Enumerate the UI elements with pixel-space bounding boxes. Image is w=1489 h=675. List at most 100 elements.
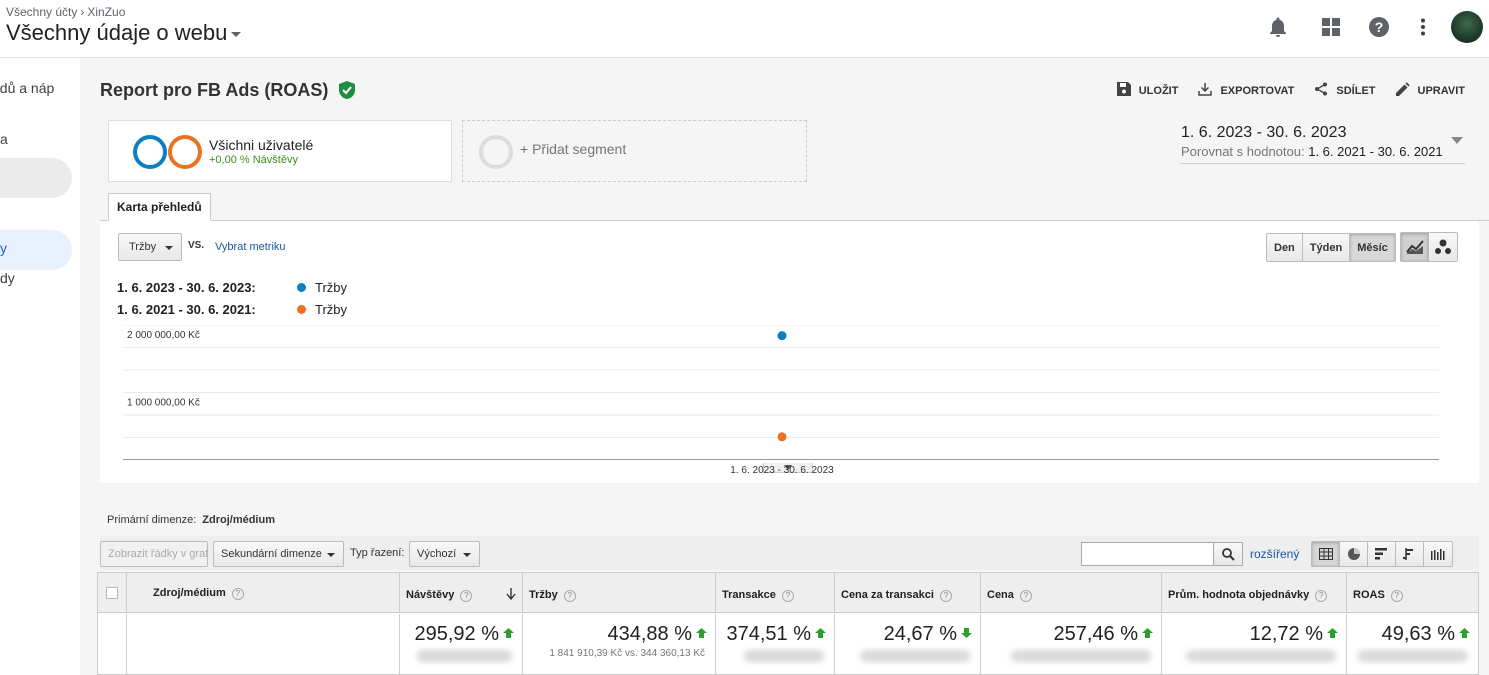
plot-rows-button[interactable]: Zobrazit řádky v grafu <box>100 541 208 567</box>
report-actions: ULOŽIT EXPORTOVAT SDÍLET UPRAVIT <box>1116 82 1465 99</box>
segment-card-all-users[interactable]: Všichni uživatelé +0,00 % Návštěvy <box>108 120 452 182</box>
legend-current-range: 1. 6. 2023 - 30. 6. 2023: <box>117 280 256 295</box>
search-button[interactable] <box>1213 542 1243 566</box>
sort-type-dropdown[interactable]: Výchozí <box>409 541 480 567</box>
total-visits-cell: 295,92 % <box>400 614 523 674</box>
report-title-row: Report pro FB Ads (ROAS) <box>100 80 356 104</box>
total-cost-per-transaction-cell: 24,67 % <box>835 614 981 674</box>
view-selector[interactable]: Všechny údaje o webu <box>6 20 242 46</box>
report-title: Report pro FB Ads (ROAS) <box>100 80 329 100</box>
arrow-down-icon <box>961 628 972 638</box>
avatar[interactable] <box>1451 11 1483 43</box>
arrow-up-icon <box>815 628 826 638</box>
date-range-main: 1. 6. 2023 - 30. 6. 2023 <box>1181 124 1347 141</box>
help-icon[interactable]: ? <box>939 590 952 602</box>
total-roas-change: 49,63 % <box>1382 623 1470 646</box>
help-icon[interactable]: ? <box>1315 590 1328 602</box>
breadcrumb-accounts[interactable]: Všechny účty <box>6 5 77 19</box>
help-icon[interactable]: ? <box>1019 590 1032 602</box>
edit-button[interactable]: UPRAVIT <box>1395 82 1465 99</box>
view-dropdown-caret-icon <box>231 31 242 37</box>
secondary-dimension-dropdown[interactable]: Sekundární dimenze <box>213 541 344 567</box>
save-label: ULOŽIT <box>1138 84 1179 97</box>
tab-overview[interactable]: Karta přehledů <box>108 193 211 221</box>
redacted-value <box>860 650 970 662</box>
col-header-cost-per-transaction[interactable]: Cena za transakci? <box>835 573 981 613</box>
legend-previous-range: 1. 6. 2021 - 30. 6. 2021: <box>117 302 256 317</box>
redacted-value <box>1358 650 1468 662</box>
help-icon[interactable]: ? <box>781 590 794 602</box>
export-button[interactable]: EXPORTOVAT <box>1198 82 1294 99</box>
segment-name: Všichni uživatelé <box>209 137 314 153</box>
save-button[interactable]: ULOŽIT <box>1116 82 1179 99</box>
help-icon[interactable]: ? <box>563 590 576 602</box>
primary-dimension: Primární dimenze: Zdroj/médium <box>107 514 275 526</box>
nav-item-truncated-3[interactable]: dy <box>0 270 15 286</box>
date-range-picker[interactable]: 1. 6. 2023 - 30. 6. 2023 Porovnat s hodn… <box>1180 124 1465 164</box>
col-header-transactions[interactable]: Transakce? <box>716 573 835 613</box>
chevron-down-icon <box>165 246 173 250</box>
col-header-revenue[interactable]: Tržby? <box>523 573 716 613</box>
help-icon[interactable]: ? <box>460 590 473 602</box>
primary-dimension-value[interactable]: Zdroj/médium <box>202 514 275 526</box>
help-icon[interactable]: ? <box>231 588 244 600</box>
col-header-cost[interactable]: Cena? <box>981 573 1162 613</box>
pie-chart-icon[interactable] <box>1340 542 1368 566</box>
granularity-month[interactable]: Měsíc <box>1350 234 1395 261</box>
total-roas-cell: 49,63 % <box>1347 614 1478 674</box>
view-title: Všechny údaje o webu <box>6 20 228 45</box>
total-cost-per-transaction-change: 24,67 % <box>884 623 972 646</box>
more-vert-icon[interactable] <box>1405 9 1441 45</box>
arrow-up-icon <box>1327 628 1338 638</box>
col-header-label: Návštěvy <box>406 589 455 601</box>
total-cost-change: 257,46 % <box>1053 623 1153 646</box>
granularity-week[interactable]: Týden <box>1302 234 1351 261</box>
col-header-source-medium[interactable]: Zdroj/médium? <box>127 573 400 613</box>
granularity-toggle: Den Týden Měsíc <box>1266 233 1396 262</box>
save-icon <box>1116 82 1131 99</box>
data-point[interactable] <box>777 432 787 442</box>
select-all-cell <box>98 573 127 613</box>
nav-item-active[interactable] <box>0 230 72 270</box>
help-icon[interactable]: ? <box>1390 590 1403 602</box>
redacted-value <box>744 650 824 662</box>
nav-item-highlight[interactable] <box>0 158 72 198</box>
col-header-roas[interactable]: ROAS? <box>1347 573 1478 613</box>
nav-item-active-label: y <box>0 240 7 256</box>
breadcrumb-account[interactable]: XinZuo <box>87 5 125 19</box>
motion-chart-icon[interactable] <box>1429 233 1457 261</box>
data-table-icon[interactable] <box>1312 542 1340 566</box>
term-cloud-icon[interactable] <box>1424 542 1452 566</box>
secondary-dimension-label: Sekundární dimenze <box>221 548 322 560</box>
data-table: Zdroj/médium? Návštěvy? Tržby? Transakce… <box>97 572 1479 675</box>
pencil-icon <box>1395 82 1410 99</box>
date-range-caret-icon <box>1451 137 1463 144</box>
granularity-day[interactable]: Den <box>1267 234 1303 261</box>
performance-icon[interactable] <box>1368 542 1396 566</box>
add-segment-button[interactable]: + Přidat segment <box>462 120 807 182</box>
redacted-value <box>417 650 512 662</box>
empty-segment-circle-icon <box>479 135 513 169</box>
total-transactions-pct: 374,51 % <box>726 623 811 645</box>
select-all-checkbox[interactable] <box>106 587 118 599</box>
nav-item-truncated-1[interactable]: edů a náp <box>0 80 54 96</box>
apps-grid-icon[interactable] <box>1313 9 1349 45</box>
line-chart-icon[interactable] <box>1401 233 1429 261</box>
col-header-label: Transakce <box>722 589 776 601</box>
pick-metric-link[interactable]: Vybrat metriku <box>215 241 286 253</box>
help-icon[interactable]: ? <box>1361 9 1397 45</box>
col-header-visits[interactable]: Návštěvy? <box>400 573 523 613</box>
col-header-avg-order-value[interactable]: Prům. hodnota objednávky? <box>1162 573 1347 613</box>
bell-icon[interactable] <box>1260 9 1296 45</box>
total-revenue-change: 434,88 % <box>607 623 707 646</box>
advanced-filter-link[interactable]: rozšířený <box>1250 547 1299 561</box>
comparison-icon[interactable] <box>1396 542 1424 566</box>
nav-item-truncated-2[interactable]: a <box>0 131 8 147</box>
metric-dropdown[interactable]: Tržby <box>118 233 182 261</box>
share-button[interactable]: SDÍLET <box>1314 82 1376 99</box>
data-point[interactable] <box>777 331 787 341</box>
breadcrumb-separator: › <box>80 5 85 19</box>
total-avg-order-value-change: 12,72 % <box>1250 623 1338 646</box>
totals-checkbox-cell <box>98 614 127 674</box>
chart-panel: Tržby VS. Vybrat metriku Den Týden Měsíc… <box>100 221 1479 483</box>
